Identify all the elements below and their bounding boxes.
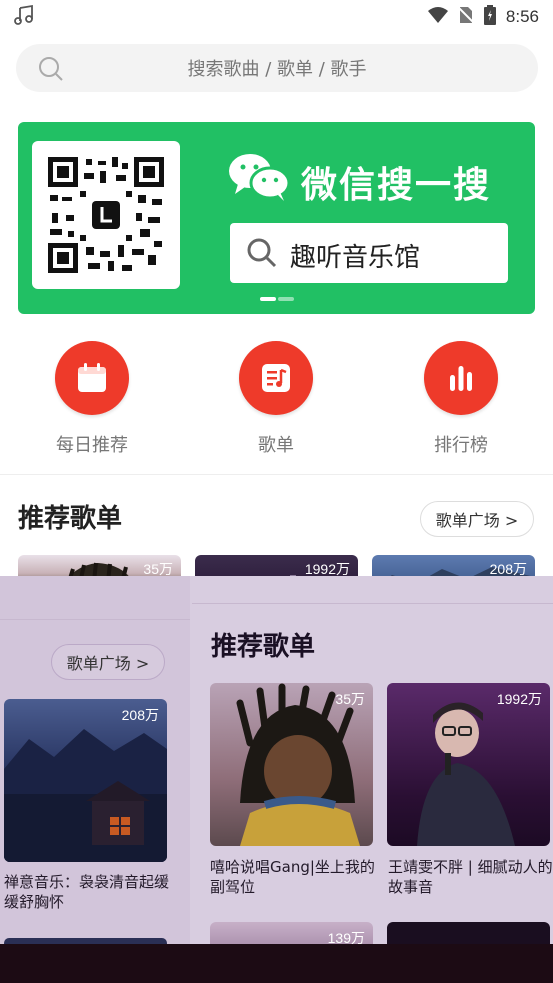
- carousel-dot: [278, 297, 294, 301]
- playlist-card[interactable]: 208万: [4, 699, 167, 862]
- playlist-card[interactable]: 35万: [210, 683, 373, 846]
- search-icon: [246, 237, 278, 273]
- banner-title: 微信搜一搜: [301, 165, 492, 206]
- overlay-divider: [192, 603, 553, 604]
- search-placeholder: 搜索歌曲 / 歌单 / 歌手: [187, 59, 367, 80]
- playlist-plaza-button[interactable]: 歌单广场 >: [420, 501, 534, 537]
- quick-entry-label: 每日推荐: [56, 435, 128, 456]
- play-count: 35万: [335, 691, 365, 707]
- play-count: 139万: [327, 930, 365, 944]
- ranking-entry[interactable]: 排行榜: [401, 341, 521, 457]
- overlay-divider: [0, 619, 190, 620]
- battery-icon: [483, 5, 496, 29]
- transition-overlay: 歌单广场 > 推荐歌单 208万 禅意音乐：袅袅清音起缓缓舒胸怀 35万 嘻哈说…: [0, 576, 553, 944]
- quick-entries: 每日推荐 歌单 排行榜: [0, 341, 553, 461]
- banner-search-box: 趣听音乐馆: [230, 223, 508, 283]
- banner-search-text: 趣听音乐馆: [290, 243, 421, 273]
- playlist-title: 禅意音乐：袅袅清音起缓缓舒胸怀: [4, 873, 170, 911]
- carousel-dot: [260, 297, 276, 301]
- wifi-icon: [427, 7, 448, 27]
- playlist-icon: [239, 341, 313, 415]
- section-divider: [0, 474, 553, 475]
- calendar-icon: [55, 341, 129, 415]
- playlist-card[interactable]: [387, 922, 550, 944]
- music-note-icon: [14, 4, 34, 30]
- playlist-title: 王靖雯不胖 | 细腻动人的故事音: [388, 858, 553, 896]
- promo-banner[interactable]: 微信搜一搜 趣听音乐馆: [18, 122, 535, 314]
- daily-recommend-entry[interactable]: 每日推荐: [32, 341, 152, 457]
- quick-entry-label: 排行榜: [434, 435, 488, 456]
- no-sim-icon: [457, 6, 475, 28]
- bottom-bar: [0, 944, 553, 983]
- playlist-plaza-button[interactable]: 歌单广场 >: [51, 644, 165, 680]
- section-title: 推荐歌单: [211, 632, 316, 662]
- status-bar: 8:56: [0, 0, 553, 34]
- playlist-title: 嘻哈说唱Gang|坐上我的副驾位: [210, 858, 375, 896]
- playlist-card[interactable]: 139万: [210, 922, 373, 944]
- search-input[interactable]: 搜索歌曲 / 歌单 / 歌手: [16, 44, 538, 92]
- play-count: 1992万: [496, 691, 542, 707]
- qr-code: [32, 141, 180, 289]
- playlist-entry[interactable]: 歌单: [216, 341, 336, 457]
- playlist-card[interactable]: 1992万: [387, 683, 550, 846]
- section-title: 推荐歌单: [18, 504, 123, 534]
- play-count: 208万: [121, 707, 159, 723]
- search-icon: [38, 56, 64, 86]
- wechat-icon: [228, 152, 291, 206]
- carousel-indicator: [260, 297, 294, 301]
- quick-entry-label: 歌单: [258, 435, 294, 456]
- clock: 8:56: [505, 7, 539, 26]
- ranking-icon: [424, 341, 498, 415]
